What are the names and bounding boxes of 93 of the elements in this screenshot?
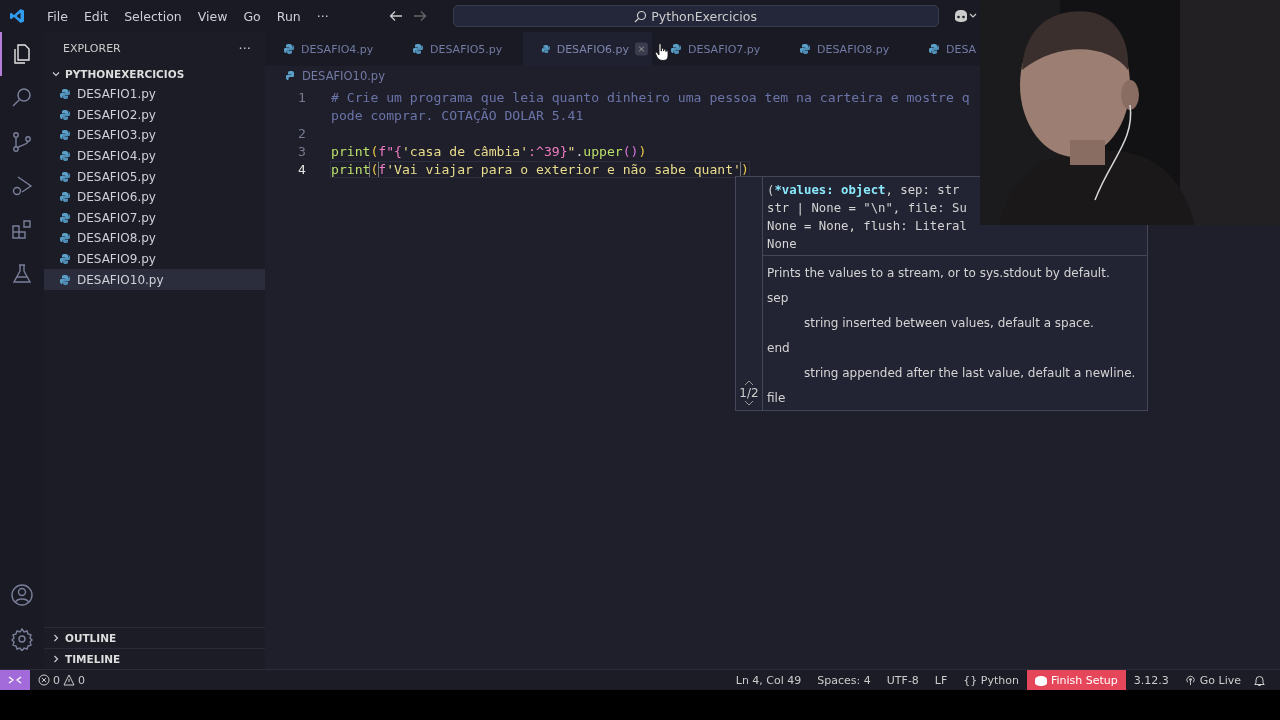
python-file-icon — [928, 43, 940, 55]
parameter-name: end — [767, 339, 790, 357]
doc-text: string inserted between values, default a space. — [804, 314, 1094, 332]
parameter-name: file — [767, 389, 786, 407]
editor-tab[interactable]: DESAFIO4.py — [265, 32, 394, 66]
python-file-icon — [59, 211, 71, 224]
python-file-icon — [59, 191, 71, 204]
app-logo-icon — [9, 8, 25, 24]
python-file-icon — [541, 43, 551, 55]
robot-menu-icon[interactable] — [952, 9, 977, 23]
python-file-icon — [59, 170, 71, 183]
signature-line: None — [767, 236, 797, 253]
broadcast-icon — [1184, 674, 1196, 686]
status-item[interactable]: LF — [926, 670, 956, 690]
language-mode-button[interactable]: {} Python — [955, 670, 1027, 690]
explorer-entry[interactable]: DESAFIO7.py — [44, 207, 265, 229]
error-icon[interactable] — [38, 674, 50, 686]
line-number: 2 — [297, 125, 306, 141]
more-actions-button[interactable]: ··· — [238, 40, 251, 56]
explorer-entry[interactable]: DESAFIO3.py — [44, 125, 265, 146]
explorer-entry[interactable]: DESAFIO2.py — [44, 104, 265, 126]
python-file-icon — [59, 150, 71, 163]
explorer-entry[interactable]: DESAFIO10.py — [44, 269, 265, 290]
down-chevron-icon[interactable] — [744, 400, 754, 406]
menu-item[interactable]: ··· — [308, 8, 337, 24]
python-file-icon — [283, 43, 295, 55]
editor-tab[interactable]: DESAFIO5.py — [394, 32, 523, 66]
signature-line: str | None = "\n", file: Su — [767, 200, 967, 217]
forward-arrow-icon[interactable] — [412, 9, 427, 23]
menu-item[interactable]: File — [39, 8, 76, 24]
menu-item[interactable]: Go — [235, 8, 269, 24]
panel-section-header[interactable]: OUTLINE — [44, 627, 265, 648]
python-file-icon — [412, 43, 424, 55]
breadcrumb[interactable]: DESAFIO10.py — [265, 66, 385, 86]
signature-line: None = None, flush: Literal — [767, 218, 967, 235]
close-icon[interactable] — [635, 41, 648, 57]
hand-cursor-icon — [655, 43, 669, 61]
menu-item[interactable]: Run — [268, 8, 309, 24]
python-file-icon — [59, 108, 71, 121]
back-arrow-icon[interactable] — [388, 9, 403, 23]
status-item[interactable]: Spaces: 4 — [809, 670, 879, 690]
explorer-entry[interactable]: DESAFIO8.py — [44, 228, 265, 249]
line-number: 3 — [297, 143, 306, 159]
menu-item[interactable]: Selection — [116, 8, 190, 24]
editor-tab[interactable]: DESAFIO6.py — [523, 32, 652, 66]
status-item[interactable]: 3.12.3 — [1125, 670, 1177, 690]
warning-icon[interactable] — [63, 674, 75, 686]
code-line: print(f"{'casa de câmbia':^39}".upper()) — [331, 143, 647, 159]
remote-button[interactable] — [0, 670, 30, 690]
python-file-icon — [799, 43, 811, 55]
explorer-entry[interactable]: DESAFIO5.py — [44, 166, 265, 187]
line-number: 4 — [297, 161, 306, 177]
chevron-icon — [51, 633, 61, 643]
parameter-name: sep — [767, 289, 789, 307]
error-count[interactable]: 0 — [53, 673, 60, 687]
page-counter: 1/2 — [739, 386, 759, 400]
explorer-entry[interactable]: DESAFIO9.py — [44, 248, 265, 270]
line-number: 1 — [297, 89, 306, 105]
up-chevron-icon[interactable] — [744, 380, 754, 386]
editor-tab[interactable]: DESA — [910, 32, 979, 66]
python-file-icon — [59, 232, 71, 245]
search-icon — [634, 9, 648, 23]
chevron-icon — [51, 654, 61, 664]
python-file-icon — [59, 253, 71, 266]
doc-text: Prints the values to a stream, or to sys.stdout by default. — [767, 264, 1110, 282]
code-line: # Crie um programa que leia quanto dinheiro uma pessoa tem na carteira e mostre q — [331, 89, 970, 105]
warning-count[interactable]: 0 — [78, 673, 85, 687]
sidebar-title: EXPLORER — [63, 41, 121, 55]
search-field[interactable]: PythonExercicios — [452, 5, 939, 27]
doc-text: string appended after the last value, default a newline. — [804, 364, 1136, 382]
python-file-icon — [285, 70, 297, 82]
python-file-icon — [59, 273, 71, 286]
finish-setup-button[interactable]: Finish Setup — [1026, 670, 1126, 690]
python-file-icon — [59, 88, 71, 101]
explorer-entry[interactable]: DESAFIO1.py — [44, 84, 265, 105]
code-line: pode comprar. COTAÇÃO DOLAR 5.41 — [331, 107, 584, 123]
python-file-icon — [670, 43, 682, 55]
remote-icon — [8, 674, 22, 686]
bell-icon[interactable] — [1253, 673, 1266, 687]
go-live-button[interactable]: Go Live — [1176, 670, 1249, 690]
menu-item[interactable]: View — [189, 8, 236, 24]
explorer-entry[interactable]: DESAFIO4.py — [44, 145, 265, 167]
menu-item[interactable]: Edit — [75, 8, 117, 24]
editor-tab[interactable]: DESAFIO7.py — [652, 32, 781, 66]
chevron-icon — [51, 69, 61, 79]
status-item[interactable]: UTF-8 — [878, 670, 927, 690]
code-line: print(f'Vai viajar para o exterior e não sabe quant') — [331, 161, 749, 177]
editor-tab[interactable]: DESAFIO8.py — [781, 32, 910, 66]
explorer-entry[interactable]: DESAFIO6.py — [44, 186, 265, 208]
python-file-icon — [59, 129, 71, 142]
folder-item[interactable]: PYTHONEXERCICIOS — [44, 64, 265, 84]
signature-line: (*values: object, sep: str — [767, 182, 960, 199]
status-item[interactable]: Ln 4, Col 49 — [727, 670, 810, 690]
